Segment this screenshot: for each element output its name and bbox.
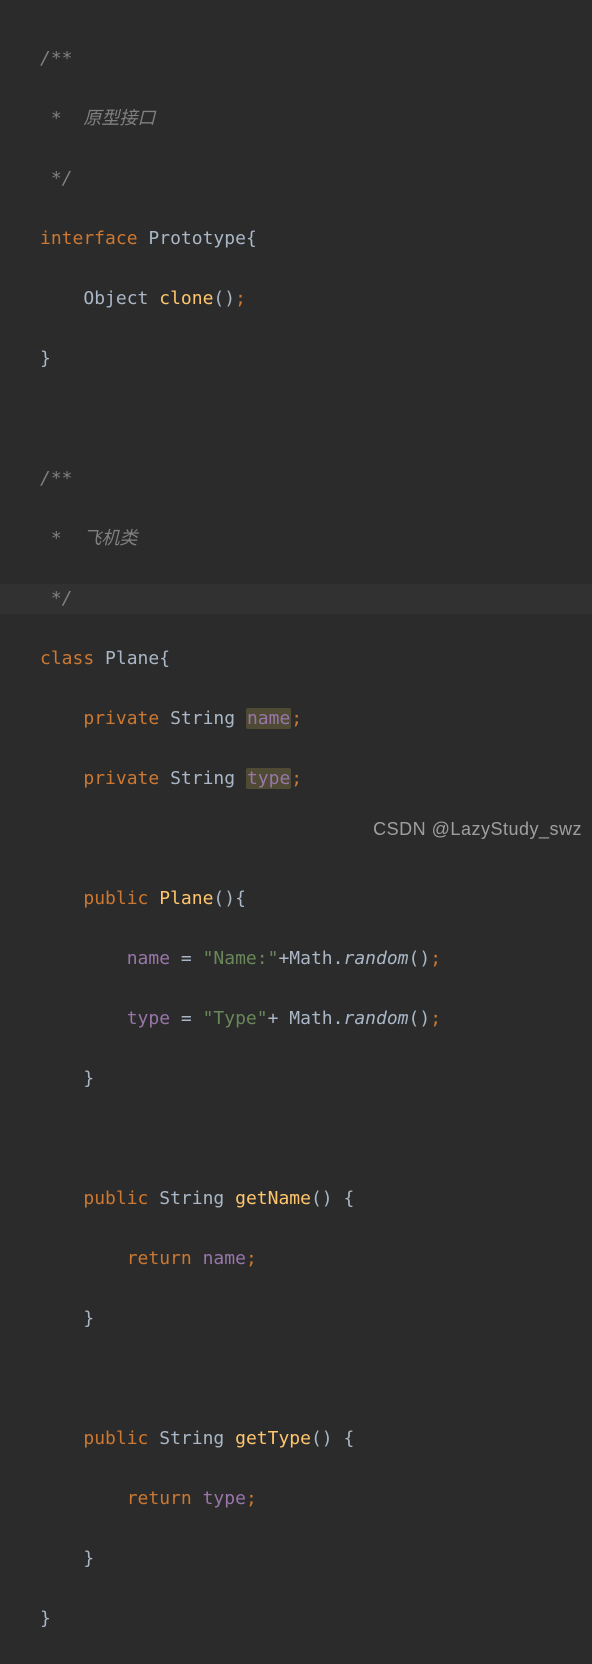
type-string: String (170, 708, 235, 729)
kw-class: class (40, 648, 94, 669)
kw-private: private (83, 708, 159, 729)
kw-interface: interface (40, 228, 138, 249)
ret-name: name (203, 1248, 246, 1269)
kw-return: return (127, 1248, 192, 1269)
comment-close: */ (40, 168, 73, 189)
type-string: String (159, 1188, 224, 1209)
comment-close-2: */ (40, 588, 73, 609)
iface-name: Prototype (148, 228, 246, 249)
comment-body-2: * 飞机类 (40, 528, 137, 549)
assign-name: name (127, 948, 170, 969)
comment-body: * 原型接口 (40, 108, 155, 129)
watermark: CSDN @LazyStudy_swz (373, 814, 582, 844)
kw-public: public (83, 1428, 148, 1449)
type-string: String (159, 1428, 224, 1449)
kw-public: public (83, 888, 148, 909)
field-name: name (246, 708, 291, 729)
code-editor[interactable]: /** * 原型接口 */ interface Prototype{ Objec… (0, 0, 592, 852)
math-random: random (344, 1008, 409, 1029)
method-getName: getName (235, 1188, 311, 1209)
class-name: Plane (105, 648, 159, 669)
kw-return: return (127, 1488, 192, 1509)
method-getType: getType (235, 1428, 311, 1449)
str-type: "Type" (203, 1008, 268, 1029)
math-cls: Math (289, 1008, 332, 1029)
type-string: String (170, 768, 235, 789)
ret-type: type (203, 1488, 246, 1509)
comment-open: /** (40, 48, 73, 69)
method-clone: clone (159, 288, 213, 309)
field-type: type (246, 768, 291, 789)
return-type: Object (83, 288, 148, 309)
str-name: "Name:" (203, 948, 279, 969)
assign-type: type (127, 1008, 170, 1029)
comment-open-2: /** (40, 468, 73, 489)
math-random: random (343, 948, 408, 969)
current-line: */ (0, 584, 592, 614)
kw-private: private (83, 768, 159, 789)
kw-public: public (83, 1188, 148, 1209)
math-cls: Math (289, 948, 332, 969)
ctor-name: Plane (159, 888, 213, 909)
